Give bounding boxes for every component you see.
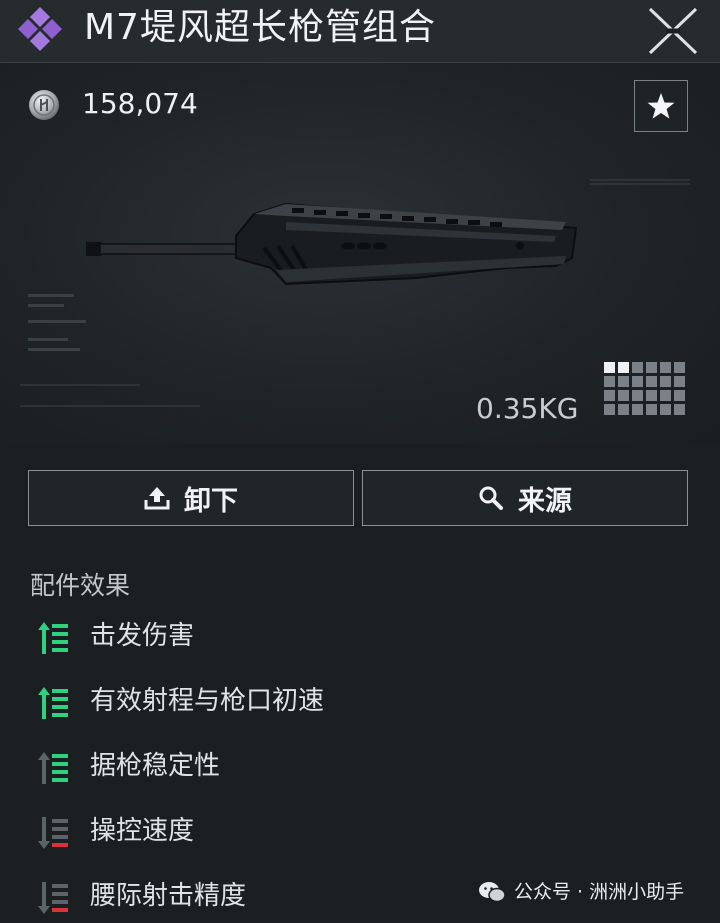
stat-increase-small-icon (38, 752, 68, 784)
coin-icon (29, 90, 59, 120)
diamond-cluster-icon (18, 7, 62, 51)
stat-decrease-icon (38, 882, 68, 914)
grid-cell (618, 362, 629, 373)
title-bar: M7堤风超长枪管组合 (0, 0, 720, 63)
grid-cell (604, 376, 615, 387)
grid-cell (674, 404, 685, 415)
grid-cell (604, 362, 615, 373)
grid-cell (632, 362, 643, 373)
effect-label: 操控速度 (90, 816, 195, 846)
upload-icon (144, 487, 170, 510)
close-icon[interactable] (646, 5, 700, 57)
effect-label: 据枪稳定性 (90, 751, 221, 781)
wechat-icon (479, 882, 506, 903)
grid-cell (660, 362, 671, 373)
grid-cell (604, 404, 615, 415)
unequip-button[interactable]: 卸下 (28, 470, 354, 526)
star-icon (647, 93, 675, 119)
stat-increase-icon (38, 622, 68, 654)
effect-label: 腰际射击精度 (90, 881, 247, 911)
grid-cells (604, 362, 685, 415)
grid-cell (646, 376, 657, 387)
search-icon (479, 486, 503, 510)
grid-cell (604, 390, 615, 401)
grid-cell (646, 390, 657, 401)
stat-increase-icon (38, 687, 68, 719)
grid-cell (632, 404, 643, 415)
watermark: 公众号 · 洲洲小助手 (478, 878, 684, 906)
effects-heading: 配件效果 (30, 571, 131, 600)
item-price: 158,074 (82, 87, 198, 120)
source-label: 来源 (518, 485, 572, 517)
grid-cell (618, 404, 629, 415)
grid-cell (618, 376, 629, 387)
effect-label: 有效射程与枪口初速 (90, 686, 325, 716)
unequip-label: 卸下 (184, 485, 238, 517)
item-size-grid (604, 362, 690, 418)
grid-cell (646, 362, 657, 373)
grid-cell (674, 390, 685, 401)
item-weight: 0.35KG (476, 392, 579, 425)
grid-cell (618, 390, 629, 401)
watermark-text: 公众号 · 洲洲小助手 (514, 881, 685, 903)
grid-cell (674, 362, 685, 373)
grid-cell (660, 404, 671, 415)
effect-label: 击发伤害 (90, 621, 195, 651)
page-title: M7堤风超长枪管组合 (84, 7, 436, 48)
stat-decrease-icon (38, 817, 68, 849)
source-button[interactable]: 来源 (362, 470, 688, 526)
grid-cell (632, 376, 643, 387)
item-image (86, 202, 578, 286)
grid-cell (646, 404, 657, 415)
grid-cell (674, 376, 685, 387)
grid-cell (632, 390, 643, 401)
favorite-button[interactable] (634, 80, 688, 132)
grid-cell (660, 376, 671, 387)
grid-cell (660, 390, 671, 401)
